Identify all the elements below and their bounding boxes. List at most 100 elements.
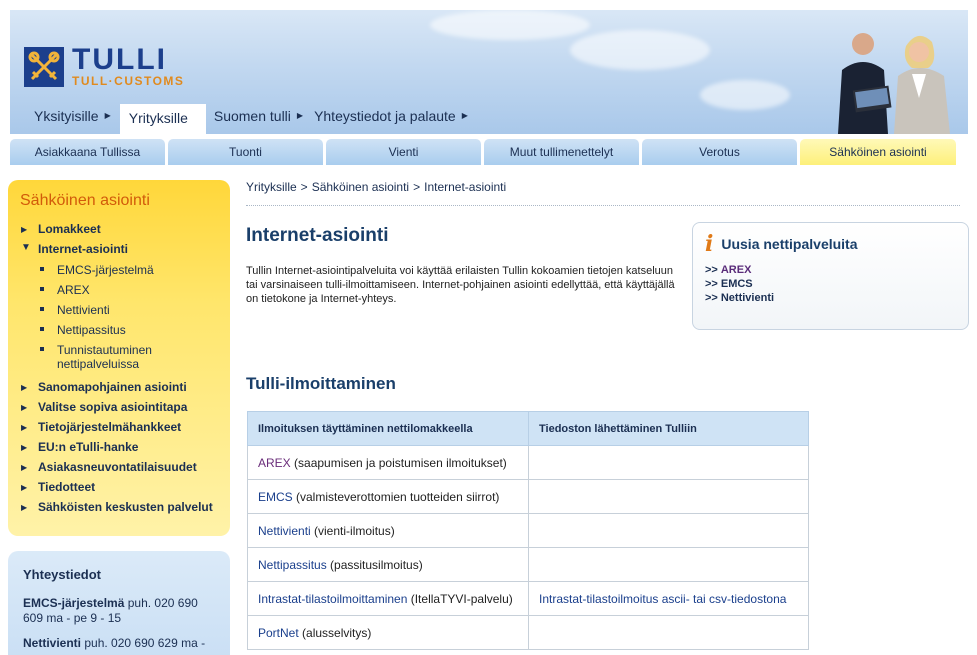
sidebar-item-label: Sanomapohjainen asiointi xyxy=(38,380,187,394)
top-navigation: Yksityisille ▶ Yrityksille▶ Suomen tulli▶… xyxy=(32,104,477,134)
sidebar-item-label: Valitse sopiva asiointitapa xyxy=(38,400,188,414)
contact-info: puh. 020 690 629 ma - xyxy=(84,636,206,650)
sidebar-item-valitse-asiointitapa[interactable]: ▶ Valitse sopiva asiointitapa xyxy=(20,398,220,418)
contact-entry: EMCS-järjestelmä puh. 020 690 609 ma - p… xyxy=(23,596,218,626)
service-description: (vienti-ilmoitus) xyxy=(310,523,395,538)
sidebar-subitem-nettivienti[interactable]: Nettivienti xyxy=(20,301,220,321)
triangle-right-icon: ▶ xyxy=(21,403,28,412)
triangle-right-icon: ▶ xyxy=(21,483,28,492)
square-bullet-icon xyxy=(40,307,44,311)
sidebar-subitem-tunnistautuminen[interactable]: Tunnistautuminen nettipalveluissa xyxy=(20,341,220,375)
sidebar-subitem-label: Nettivienti xyxy=(57,303,110,317)
infobox-link-emcs[interactable]: EMCS xyxy=(721,278,753,290)
sidebar-subitem-emcs[interactable]: EMCS-järjestelmä xyxy=(20,261,220,281)
logo-subtitle: TULL·CUSTOMS xyxy=(72,74,185,88)
sidebar-item-sanomapohjainen[interactable]: ▶ Sanomapohjainen asiointi xyxy=(20,378,220,398)
service-link-portnet[interactable]: PortNet xyxy=(258,626,299,640)
table-cell xyxy=(528,615,809,650)
service-link-intrastat[interactable]: Intrastat-tilastoilmoittaminen xyxy=(258,592,407,606)
declaration-table: Ilmoituksen täyttäminen nettilomakkeella… xyxy=(247,411,809,650)
service-link-nettivienti[interactable]: Nettivienti xyxy=(258,524,311,538)
breadcrumb-item-internet-asiointi: Internet-asiointi xyxy=(424,180,507,194)
sidebar-item-label: Lomakkeet xyxy=(38,222,101,236)
sidebar-subitem-nettipassitus[interactable]: Nettipassitus xyxy=(20,321,220,341)
table-cell: PortNet (alusselvitys) xyxy=(247,615,529,650)
breadcrumb-divider xyxy=(246,205,960,206)
table-cell xyxy=(528,479,809,514)
square-bullet-icon xyxy=(40,267,44,271)
tab-verotus[interactable]: Verotus xyxy=(642,139,797,165)
triangle-right-icon: ▶ xyxy=(104,111,111,120)
new-services-box: i Uusia nettipalveluita >> AREX >> EMCS >>… xyxy=(692,222,969,330)
square-bullet-icon xyxy=(40,287,44,291)
section-tabs: Asiakkaana Tullissa Tuonti Vienti Muut t… xyxy=(10,139,968,165)
service-link-intrastat-file[interactable]: Intrastat-tilastoilmoitus ascii- tai csv… xyxy=(539,592,786,606)
sidebar-item-label: Tiedotteet xyxy=(38,480,96,494)
table-row: AREX (saapumisen ja poistumisen ilmoituk… xyxy=(247,445,809,480)
tab-asiakkaana-tullissa[interactable]: Asiakkaana Tullissa xyxy=(10,139,165,165)
table-row: Intrastat-tilastoilmoittaminen (ItellaTY… xyxy=(247,581,809,616)
sidebar-subitem-label: Nettipassitus xyxy=(57,323,126,337)
infobox-link-nettivienti[interactable]: Nettivienti xyxy=(721,292,774,304)
sidebar-item-tietojarjestelmahankkeet[interactable]: ▶ Tietojärjestelmähankkeet xyxy=(20,418,220,438)
info-icon: i xyxy=(705,231,714,257)
tab-muut-tullimenettelyt[interactable]: Muut tullimenettelyt xyxy=(484,139,639,165)
topnav-yhteystiedot[interactable]: Yhteystiedot ja palaute ▶ xyxy=(312,104,477,134)
square-bullet-icon xyxy=(40,327,44,331)
triangle-right-icon: ▶ xyxy=(21,503,28,512)
topnav-yrityksille[interactable]: Yrityksille▶ xyxy=(119,104,206,134)
service-description: (ItellaTYVI-palvelu) xyxy=(407,591,513,606)
sidebar-subitem-label: AREX xyxy=(57,283,90,297)
double-chevron-icon: >> xyxy=(705,264,718,276)
infobox-link-arex[interactable]: AREX xyxy=(721,264,752,276)
table-row: Nettivienti (vienti-ilmoitus) xyxy=(247,513,809,548)
service-link-arex[interactable]: AREX xyxy=(258,456,291,470)
double-chevron-icon: >> xyxy=(705,278,718,290)
tab-vienti[interactable]: Vienti xyxy=(326,139,481,165)
table-cell xyxy=(528,513,809,548)
triangle-right-icon: ▶ xyxy=(21,423,28,432)
column-header: Tiedoston lähettäminen Tulliin xyxy=(528,411,809,446)
contact-box: Yhteystiedot EMCS-järjestelmä puh. 020 6… xyxy=(8,551,230,655)
tulli-logo[interactable]: TULLI TULL·CUSTOMS xyxy=(24,45,185,88)
sidebar-item-lomakkeet[interactable]: ▶ Lomakkeet xyxy=(20,220,220,240)
sidebar-subitem-label: Tunnistautuminen nettipalveluissa xyxy=(57,343,152,371)
breadcrumb-item-yrityksille[interactable]: Yrityksille xyxy=(246,180,297,194)
service-description: (saapumisen ja poistumisen ilmoitukset) xyxy=(290,455,507,470)
breadcrumb: Yrityksille > Sähköinen asiointi > Internet-… xyxy=(246,180,506,194)
triangle-right-icon: ▶ xyxy=(296,111,304,120)
triangle-right-icon: ▶ xyxy=(21,225,28,234)
infobox-link-item: >> Nettivienti xyxy=(705,291,968,305)
table-cell xyxy=(528,547,809,582)
sidebar-item-sahkoiset-keskukset[interactable]: ▶ Sähköisten keskusten palvelut xyxy=(20,498,220,518)
sidebar-item-internet-asiointi[interactable]: ▼ Internet-asiointi xyxy=(20,240,220,260)
tab-tuonti[interactable]: Tuonti xyxy=(168,139,323,165)
sidebar-item-tiedotteet[interactable]: ▶ Tiedotteet xyxy=(20,478,220,498)
customs-officers-photo xyxy=(838,33,950,134)
tab-sahkoinen-asiointi[interactable]: Sähköinen asiointi xyxy=(800,139,956,165)
triangle-down-icon: ▼ xyxy=(21,242,31,253)
table-row: Nettipassitus (passitusilmoitus) xyxy=(247,547,809,582)
contact-entry: Nettivienti puh. 020 690 629 ma - xyxy=(23,636,218,651)
sidebar-item-asiakasneuvonta[interactable]: ▶ Asiakasneuvontatilaisuudet xyxy=(20,458,220,478)
sidebar-item-label: Internet-asiointi xyxy=(38,242,129,256)
infobox-title: Uusia nettipalveluita xyxy=(721,236,858,252)
sidebar-item-etulli-hanke[interactable]: ▶ EU:n eTulli-hanke xyxy=(20,438,220,458)
sidebar-title: Sähköinen asiointi xyxy=(20,192,150,209)
sidebar-menu: Sähköinen asiointi ▶ Lomakkeet ▼ Internet-… xyxy=(8,180,230,536)
square-bullet-icon xyxy=(40,347,44,351)
table-cell xyxy=(528,445,809,480)
sidebar-subitem-arex[interactable]: AREX xyxy=(20,281,220,301)
table-header-row: Ilmoituksen täyttäminen nettilomakkeella… xyxy=(247,411,809,446)
service-link-emcs[interactable]: EMCS xyxy=(258,490,293,504)
topnav-yksityisille[interactable]: Yksityisille ▶ xyxy=(32,104,120,134)
table-row: PortNet (alusselvitys) xyxy=(247,615,809,650)
sidebar-item-label: Sähköisten keskusten palvelut xyxy=(38,500,213,514)
breadcrumb-item-sahkoinen-asiointi[interactable]: Sähköinen asiointi xyxy=(312,180,409,194)
service-link-nettipassitus[interactable]: Nettipassitus xyxy=(258,558,327,572)
sidebar-subitem-label: EMCS-järjestelmä xyxy=(57,263,154,277)
table-cell: Intrastat-tilastoilmoitus ascii- tai csv… xyxy=(528,581,809,616)
topnav-label: Yksityisille xyxy=(34,107,99,124)
topnav-suomen-tulli[interactable]: Suomen tulli ▶ xyxy=(212,104,312,134)
table-cell: Nettivienti (vienti-ilmoitus) xyxy=(247,513,529,548)
